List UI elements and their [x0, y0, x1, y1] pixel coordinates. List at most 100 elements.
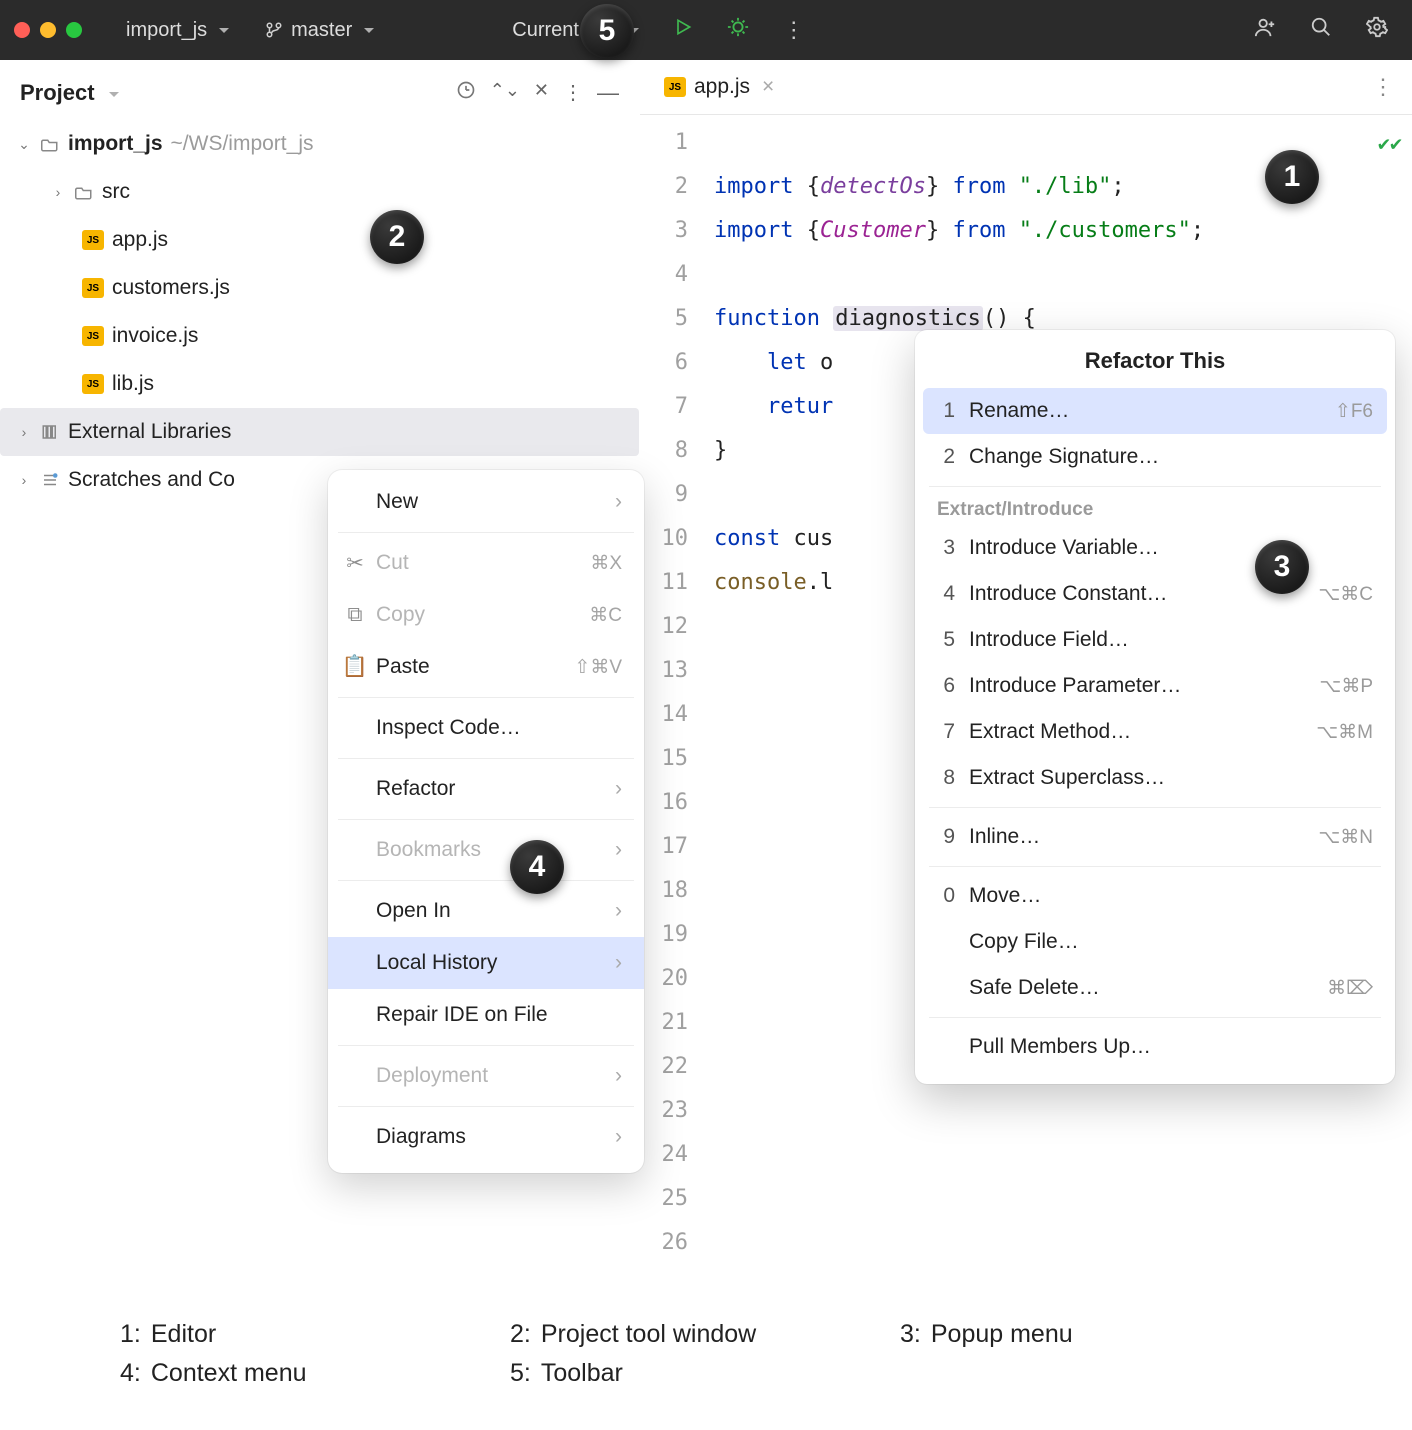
inspections-ok-icon[interactable]: ✔✔	[1378, 121, 1402, 165]
menu-label: Pull Members Up…	[969, 1035, 1373, 1059]
js-file-icon: JS	[82, 326, 104, 346]
chevron-right-icon[interactable]: ›	[50, 184, 66, 200]
project-dropdown[interactable]: import_js	[116, 14, 239, 47]
run-button[interactable]	[663, 12, 703, 48]
tree-file-invoice[interactable]: JS invoice.js	[0, 312, 639, 360]
code-token: o	[820, 350, 833, 375]
menu-label: Extract Method…	[969, 720, 1302, 744]
context-menu-bookmarks[interactable]: Bookmarks›	[328, 824, 644, 876]
context-menu-local-history[interactable]: Local History›	[328, 937, 644, 989]
bug-icon	[727, 16, 749, 44]
line-number: 22	[640, 1045, 688, 1089]
refactor-rename[interactable]: 1Rename…⇧F6	[923, 388, 1387, 434]
branch-icon	[263, 19, 285, 41]
panel-options-icon[interactable]: ⋮	[563, 80, 583, 106]
callout-1: 1	[1265, 150, 1319, 204]
refactor-extract-superclass[interactable]: 8Extract Superclass…	[915, 755, 1395, 801]
legend-item-3: 3:Popup menu	[900, 1320, 1290, 1349]
code-token: cus	[793, 526, 833, 551]
callout-2: 2	[370, 210, 424, 264]
debug-button[interactable]	[717, 11, 759, 49]
collapse-all-icon[interactable]: ✕	[534, 80, 549, 106]
tree-external-libraries[interactable]: › External Libraries	[0, 408, 639, 456]
refactor-change-signature[interactable]: 2Change Signature…	[915, 434, 1395, 480]
chevron-right-icon: ›	[615, 838, 622, 862]
context-menu-open-in[interactable]: Open In›	[328, 885, 644, 937]
settings-button[interactable]	[1356, 11, 1398, 49]
menu-label: Inline…	[969, 825, 1304, 849]
search-icon	[1310, 16, 1332, 44]
close-tab-icon[interactable]: ×	[762, 75, 774, 99]
js-file-icon: JS	[82, 374, 104, 394]
menu-label: Diagrams	[376, 1125, 605, 1149]
select-opened-file-icon[interactable]	[456, 80, 476, 106]
code-token: }	[926, 174, 939, 199]
line-number: 26	[640, 1221, 688, 1265]
refactor-move[interactable]: 0Move…	[915, 873, 1395, 919]
menu-label: Introduce Field…	[969, 628, 1373, 652]
refactor-title: Refactor This	[915, 342, 1395, 388]
tree-root[interactable]: ⌄ import_js ~/WS/import_js	[0, 120, 639, 168]
refactor-introduce-parameter[interactable]: 6Introduce Parameter…⌥⌘P	[915, 663, 1395, 709]
refactor-introduce-variable[interactable]: 3Introduce Variable…	[915, 525, 1395, 571]
context-menu-deployment[interactable]: Deployment›	[328, 1050, 644, 1102]
code-token: "./customers"	[1019, 218, 1191, 243]
code-token: import	[714, 174, 793, 199]
project-view-dropdown[interactable]	[103, 83, 119, 104]
zoom-window-icon[interactable]	[66, 22, 82, 38]
tree-file-customers[interactable]: JS customers.js	[0, 264, 639, 312]
tree-file-lib[interactable]: JS lib.js	[0, 360, 639, 408]
refactor-inline[interactable]: 9Inline…⌥⌘N	[915, 814, 1395, 860]
context-menu: New› ✂Cut⌘X ⧉Copy⌘C 📋Paste⇧⌘V Inspect Co…	[328, 470, 644, 1173]
callout-3: 3	[1255, 540, 1309, 594]
branch-dropdown[interactable]: master	[253, 14, 384, 47]
folder-name: src	[102, 180, 130, 204]
refactor-extract-method[interactable]: 7Extract Method…⌥⌘M	[915, 709, 1395, 755]
line-number: 3	[640, 209, 688, 253]
search-everywhere-button[interactable]	[1300, 11, 1342, 49]
refactor-introduce-constant[interactable]: 4Introduce Constant…⌥⌘C	[915, 571, 1395, 617]
more-run-button[interactable]: ⋮	[773, 12, 815, 48]
file-name: lib.js	[112, 372, 154, 396]
refactor-pull-members-up[interactable]: Pull Members Up…	[915, 1024, 1395, 1070]
editor-tab-app[interactable]: JS app.js ×	[658, 71, 780, 103]
shortcut: ⌥⌘N	[1318, 826, 1373, 849]
context-menu-paste[interactable]: 📋Paste⇧⌘V	[328, 641, 644, 693]
code-token: const	[714, 526, 780, 551]
callout-5: 5	[580, 4, 634, 58]
code-with-me-button[interactable]	[1244, 11, 1286, 49]
minimize-window-icon[interactable]	[40, 22, 56, 38]
context-menu-repair-ide[interactable]: Repair IDE on File	[328, 989, 644, 1041]
refactor-copy-file[interactable]: Copy File…	[915, 919, 1395, 965]
chevron-right-icon[interactable]: ›	[16, 472, 32, 488]
close-window-icon[interactable]	[14, 22, 30, 38]
copy-icon: ⧉	[344, 603, 366, 627]
code-token: {	[807, 218, 820, 243]
menu-label: Copy File…	[969, 930, 1373, 954]
file-name: customers.js	[112, 276, 230, 300]
scratches-icon	[40, 470, 60, 490]
context-menu-new[interactable]: New›	[328, 476, 644, 528]
context-menu-copy[interactable]: ⧉Copy⌘C	[328, 589, 644, 641]
legend-item-4: 4:Context menu	[120, 1359, 510, 1388]
context-menu-refactor[interactable]: Refactor›	[328, 763, 644, 815]
tree-folder-src[interactable]: › src	[0, 168, 639, 216]
tree-file-app[interactable]: JS app.js	[0, 216, 639, 264]
expand-collapse-icon[interactable]: ⌃⌄	[490, 80, 520, 106]
chevron-right-icon: ›	[615, 777, 622, 801]
context-menu-diagrams[interactable]: Diagrams ›	[328, 1111, 644, 1163]
toolbar: import_js master Current File ⋮	[0, 0, 1412, 60]
hide-panel-icon[interactable]: —	[597, 80, 619, 106]
line-number: 1	[640, 121, 688, 165]
chevron-right-icon[interactable]: ›	[16, 424, 32, 440]
refactor-introduce-field[interactable]: 5Introduce Field…	[915, 617, 1395, 663]
refactor-safe-delete[interactable]: Safe Delete…⌘⌦	[915, 965, 1395, 1011]
chevron-down-icon[interactable]: ⌄	[16, 136, 32, 153]
editor-more-icon[interactable]: ⋮	[1372, 74, 1394, 100]
mnemonic: 8	[937, 766, 955, 790]
code-token: "./lib"	[1019, 174, 1112, 199]
context-menu-cut[interactable]: ✂Cut⌘X	[328, 537, 644, 589]
code-token: from	[952, 174, 1005, 199]
context-menu-inspect-code[interactable]: Inspect Code…	[328, 702, 644, 754]
chevron-right-icon: ›	[615, 1125, 622, 1149]
